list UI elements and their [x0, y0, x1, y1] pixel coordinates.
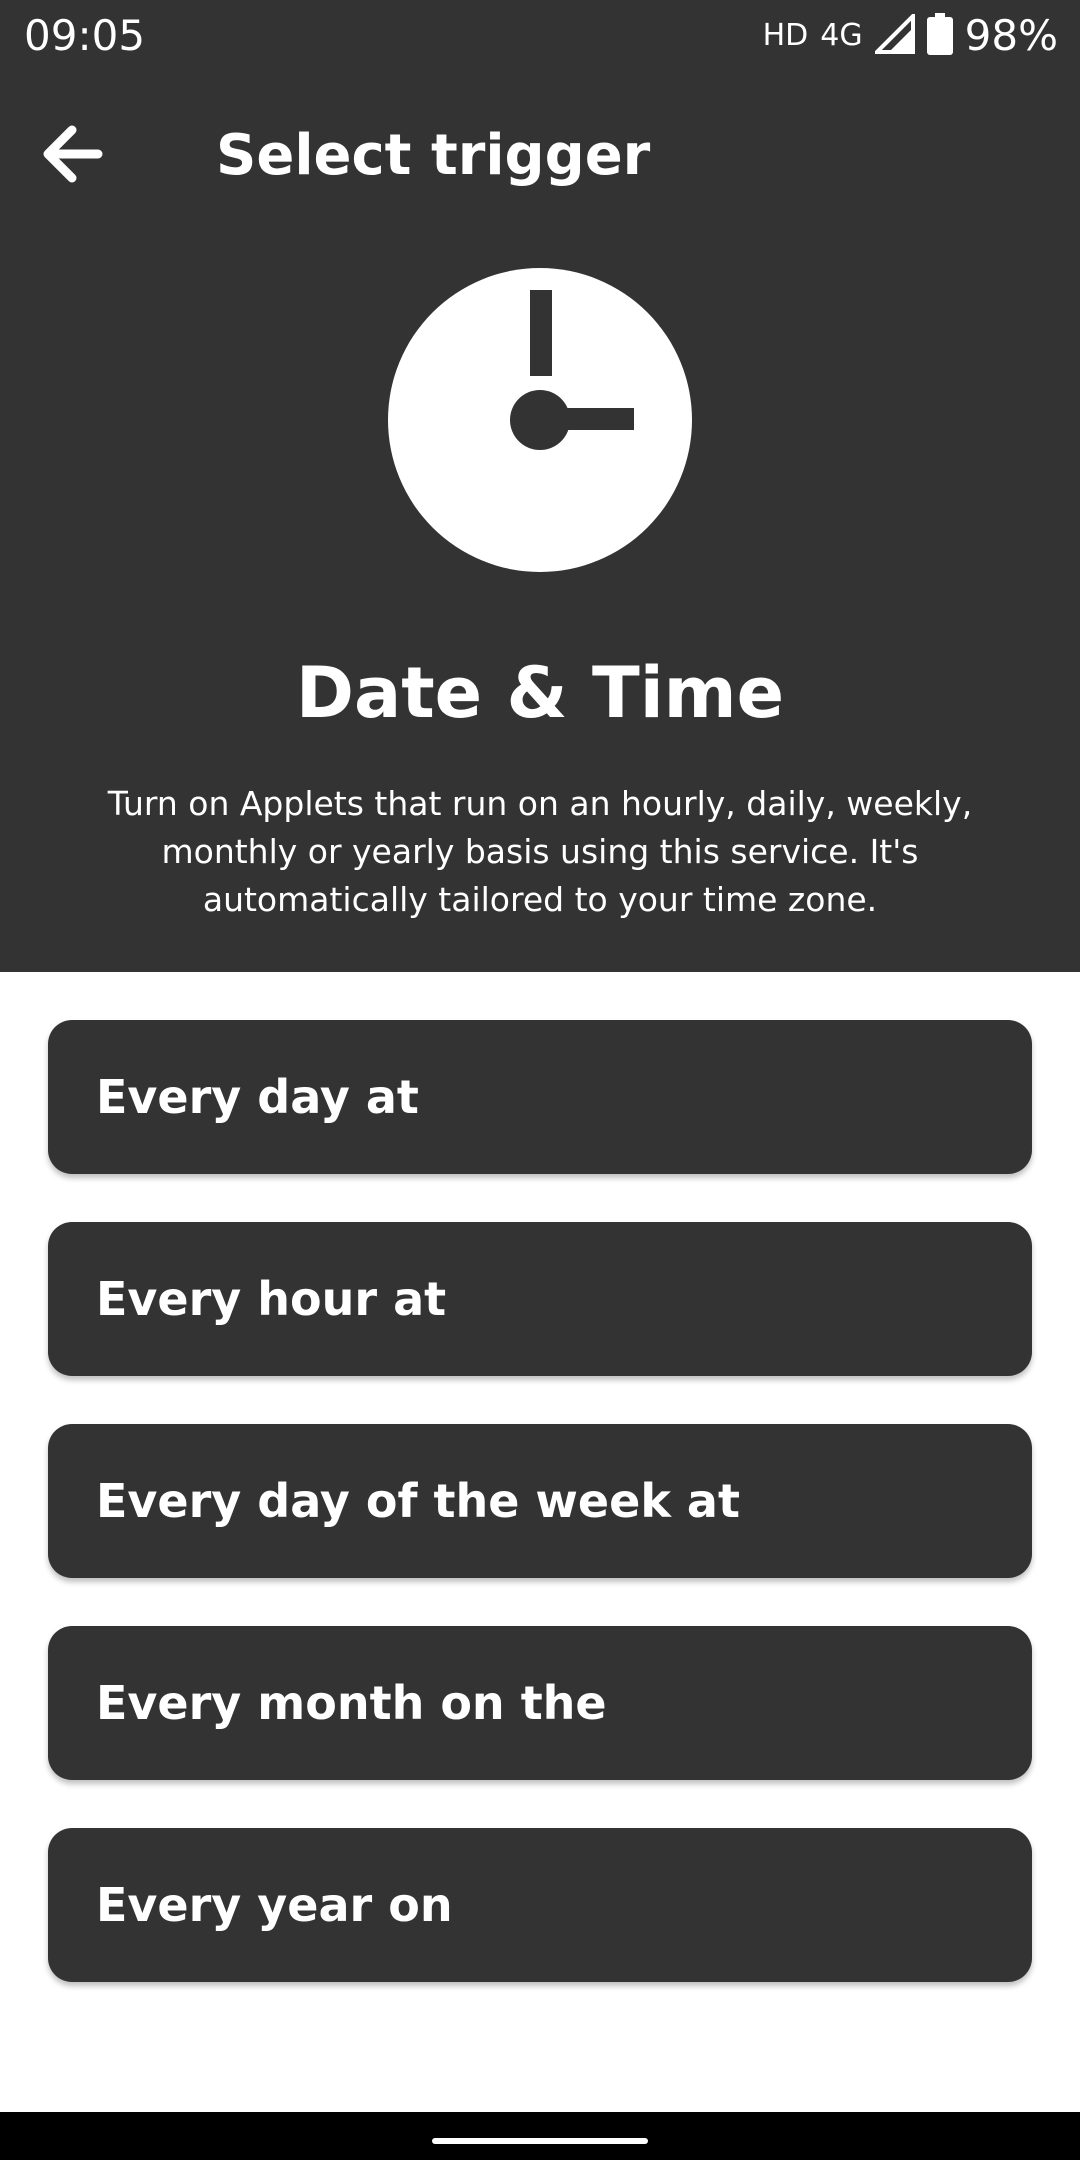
hd-indicator: HD: [762, 18, 809, 53]
status-bar: 09:05 HD 4G 98%: [0, 0, 1080, 72]
toolbar: Select trigger: [0, 100, 1080, 212]
arrow-left-icon: [40, 122, 104, 190]
home-indicator[interactable]: [432, 2138, 648, 2144]
trigger-label: Every month on the: [96, 1676, 607, 1730]
page-title: Select trigger: [216, 123, 651, 188]
back-button[interactable]: [30, 114, 114, 198]
trigger-label: Every hour at: [96, 1272, 447, 1326]
trigger-every-month-on-the[interactable]: Every month on the: [48, 1626, 1032, 1780]
service-title: Date & Time: [295, 652, 785, 734]
battery-icon: [926, 13, 953, 59]
trigger-label: Every day at: [96, 1070, 419, 1124]
trigger-list: Every day at Every hour at Every day of …: [48, 1020, 1032, 2030]
trigger-every-year-on[interactable]: Every year on: [48, 1828, 1032, 1982]
screen: 09:05 HD 4G 98% Select trigger Date & Ti…: [0, 0, 1080, 2160]
trigger-label: Every day of the week at: [96, 1474, 740, 1528]
trigger-every-day-of-week-at[interactable]: Every day of the week at: [48, 1424, 1032, 1578]
service-description: Turn on Applets that run on an hourly, d…: [107, 784, 973, 919]
clock-icon: [386, 266, 694, 574]
battery-percent: 98%: [964, 11, 1058, 60]
trigger-every-day-at[interactable]: Every day at: [48, 1020, 1032, 1174]
service-header: 09:05 HD 4G 98% Select trigger Date & Ti…: [0, 0, 1080, 972]
navigation-bar: [0, 2112, 1080, 2160]
trigger-label: Every year on: [96, 1878, 453, 1932]
status-time: 09:05: [24, 11, 146, 60]
signal-icon: [871, 11, 915, 58]
network-type: 4G: [820, 18, 863, 53]
status-icons: HD 4G 98%: [763, 10, 1058, 62]
trigger-every-hour-at[interactable]: Every hour at: [48, 1222, 1032, 1376]
